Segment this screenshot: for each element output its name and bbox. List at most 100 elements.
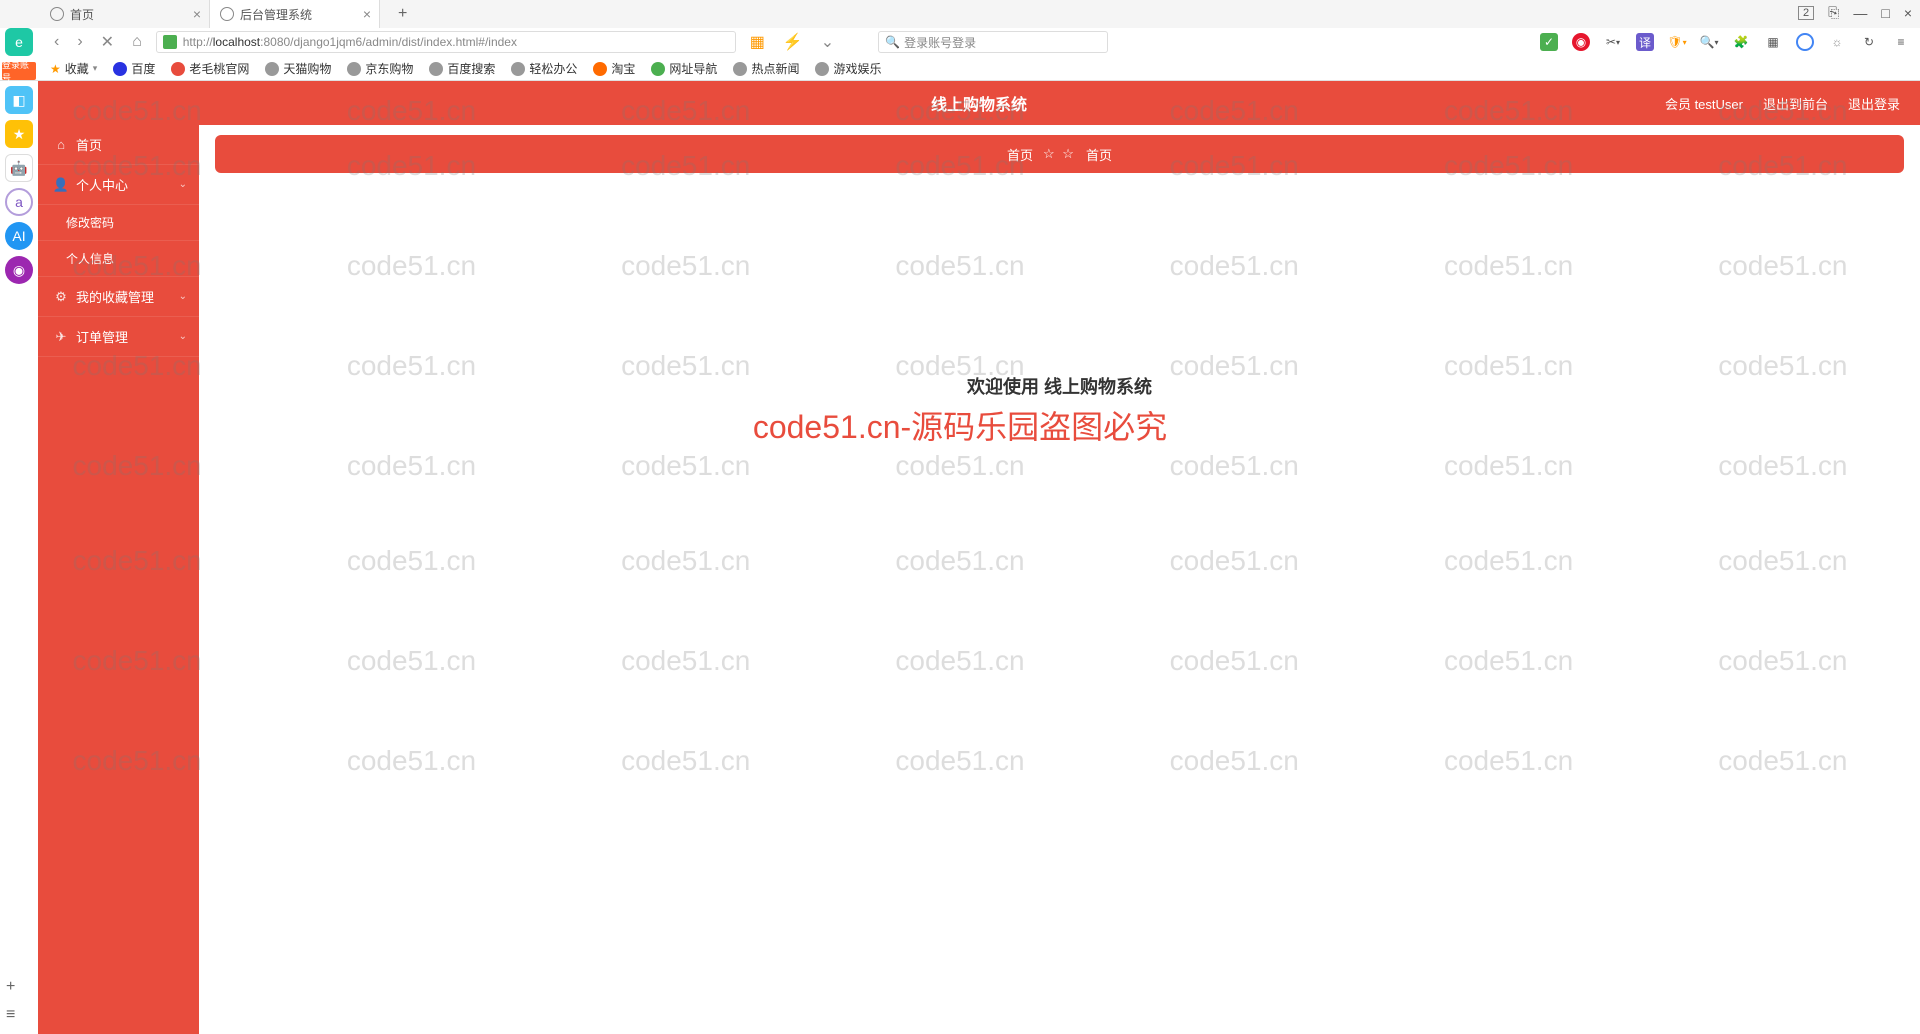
chrome-icon[interactable] <box>1796 33 1814 51</box>
globe-icon <box>429 62 443 76</box>
send-icon: ✈ <box>54 330 68 344</box>
browser-left-bottom: + ≡ <box>6 978 15 1024</box>
shield-icon <box>163 35 177 49</box>
tab-title: 后台管理系统 <box>240 6 312 23</box>
sidebar-item-favorites[interactable]: ⚙ 我的收藏管理 ⌄ <box>38 277 199 317</box>
theme-icon[interactable]: ☼ <box>1828 33 1846 51</box>
tab-count-badge[interactable]: 2 <box>1798 6 1814 20</box>
back-button[interactable]: ‹ <box>50 33 63 51</box>
bookmark-hotnews[interactable]: 热点新闻 <box>733 60 799 77</box>
forward-button[interactable]: › <box>73 33 86 51</box>
sidebar: ⌂ 首页 👤 个人中心 ⌄ 修改密码 个人信息 ⚙ 我的收藏管理 ⌄ ✈ 订单管… <box>38 125 199 1034</box>
zoom-icon[interactable]: 🔍▾ <box>1700 33 1718 51</box>
breadcrumb-left[interactable]: 首页 <box>1007 145 1033 164</box>
browser-tab-1[interactable]: 首页 × <box>40 0 210 28</box>
app-title: 线上购物系统 <box>931 91 1027 115</box>
bookmark-wangzhi[interactable]: 网址导航 <box>651 60 717 77</box>
apps-grid-icon[interactable]: ▦ <box>1764 33 1782 51</box>
app-root: 线上购物系统 会员 testUser 退出到前台 退出登录 ⌂ 首页 👤 个人中… <box>38 81 1920 1034</box>
pin-icon[interactable]: ⎘ <box>1828 4 1839 21</box>
user-label[interactable]: 会员 testUser <box>1665 94 1743 113</box>
exit-to-front-button[interactable]: 退出到前台 <box>1763 94 1828 113</box>
new-tab-button[interactable]: + <box>390 5 415 23</box>
tab-bar: 首页 × 后台管理系统 × + 2 ⎘ — □ × <box>0 0 1920 28</box>
globe-icon <box>50 7 64 21</box>
bookmark-qingsong[interactable]: 轻松办公 <box>511 60 577 77</box>
star-icon: ★ <box>50 62 61 76</box>
header-right: 会员 testUser 退出到前台 退出登录 <box>1665 94 1920 113</box>
gear-icon: ⚙ <box>54 290 68 304</box>
search-bar[interactable]: 🔍 登录账号登录 <box>878 31 1108 53</box>
sidebar-item-label: 首页 <box>76 135 102 154</box>
browser-tab-2[interactable]: 后台管理系统 × <box>210 0 380 28</box>
bookmark-youxi[interactable]: 游戏娱乐 <box>815 60 881 77</box>
weibo-icon[interactable]: ◉ <box>1572 33 1590 51</box>
security-icon[interactable]: 🛡▾ <box>1668 33 1686 51</box>
bookmark-taobao[interactable]: 淘宝 <box>593 60 635 77</box>
toolbar-icons: ✓ ◉ ✂▾ 译 🛡▾ 🔍▾ 🧩 ▦ ☼ ↻ ≡ <box>1540 33 1910 51</box>
sidebar-item-label: 订单管理 <box>76 327 128 346</box>
globe-icon <box>265 62 279 76</box>
browser-chrome: 首页 × 后台管理系统 × + 2 ⎘ — □ × ‹ › ✕ ⌂ http:/… <box>0 0 1920 81</box>
translate-icon[interactable]: 译 <box>1636 33 1654 51</box>
flash-icon[interactable]: ⚡ <box>779 32 807 52</box>
app-icon-1[interactable]: ◧ <box>5 86 33 114</box>
extension-icon[interactable]: 🧩 <box>1732 33 1750 51</box>
list-icon[interactable]: ≡ <box>6 1006 15 1024</box>
purple-app-icon[interactable]: ◉ <box>5 256 33 284</box>
breadcrumb-right[interactable]: 首页 <box>1086 145 1112 164</box>
sidebar-item-home[interactable]: ⌂ 首页 <box>38 125 199 165</box>
bookmark-laomaotao[interactable]: 老毛桃官网 <box>171 60 249 77</box>
sidebar-item-label: 个人信息 <box>66 250 114 267</box>
window-controls: 2 ⎘ — □ × <box>1798 4 1912 21</box>
address-bar[interactable]: http://localhost:8080/django1jqm6/admin/… <box>156 31 736 53</box>
ai-blue-icon[interactable]: AI <box>5 222 33 250</box>
sidebar-item-change-pwd[interactable]: 修改密码 <box>38 205 199 241</box>
ext-360-icon[interactable]: ✓ <box>1540 33 1558 51</box>
logout-button[interactable]: 退出登录 <box>1848 94 1900 113</box>
favorites-icon[interactable]: ★ <box>5 120 33 148</box>
breadcrumb-stars: ☆ ☆ <box>1043 146 1076 162</box>
content-area: 首页 ☆ ☆ 首页 欢迎使用 线上购物系统 <box>199 125 1920 1034</box>
sidebar-item-label: 我的收藏管理 <box>76 287 154 306</box>
bookmark-tmall[interactable]: 天猫购物 <box>265 60 331 77</box>
home-icon: ⌂ <box>54 138 68 152</box>
bookmark-jd[interactable]: 京东购物 <box>347 60 413 77</box>
close-icon[interactable]: × <box>363 6 371 22</box>
minimize-button[interactable]: — <box>1853 5 1867 21</box>
sidebar-item-personal[interactable]: 👤 个人中心 ⌄ <box>38 165 199 205</box>
taobao-icon <box>593 62 607 76</box>
bookmark-baidu[interactable]: 百度 <box>113 60 155 77</box>
bookmark-baidusearch[interactable]: 百度搜索 <box>429 60 495 77</box>
close-icon[interactable]: × <box>193 6 201 22</box>
sidebar-item-personal-info[interactable]: 个人信息 <box>38 241 199 277</box>
breadcrumb-bar: 首页 ☆ ☆ 首页 <box>215 135 1904 173</box>
ai-icon[interactable]: a <box>5 188 33 216</box>
dropdown-icon[interactable]: ⌄ <box>817 32 838 52</box>
maximize-button[interactable]: □ <box>1881 5 1889 21</box>
app-body: ⌂ 首页 👤 个人中心 ⌄ 修改密码 个人信息 ⚙ 我的收藏管理 ⌄ ✈ 订单管… <box>38 125 1920 1034</box>
globe-icon <box>733 62 747 76</box>
sidebar-item-orders[interactable]: ✈ 订单管理 ⌄ <box>38 317 199 357</box>
chevron-down-icon: ⌄ <box>179 291 187 302</box>
bookmark-fav[interactable]: ★收藏 ▾ <box>50 60 97 77</box>
search-placeholder: 登录账号登录 <box>904 34 976 51</box>
chevron-down-icon: ⌄ <box>179 331 187 342</box>
home-button[interactable]: ⌂ <box>128 33 146 51</box>
refresh-icon[interactable]: ↻ <box>1860 33 1878 51</box>
browser-logo-icon[interactable]: e <box>5 28 33 56</box>
close-window-button[interactable]: × <box>1904 5 1912 21</box>
chevron-down-icon: ⌄ <box>179 179 187 190</box>
add-icon[interactable]: + <box>6 978 15 996</box>
lmt-icon <box>171 62 185 76</box>
browser-left-strip: e 登录账号 ◧ ★ 🤖 a AI ◉ <box>0 0 38 284</box>
url-text: http://localhost:8080/django1jqm6/admin/… <box>183 35 517 49</box>
bot-icon[interactable]: 🤖 <box>5 154 33 182</box>
nav-bar: ‹ › ✕ ⌂ http://localhost:8080/django1jqm… <box>40 28 1920 56</box>
menu-icon[interactable]: ≡ <box>1892 33 1910 51</box>
stop-button[interactable]: ✕ <box>97 32 118 52</box>
app-header: 线上购物系统 会员 testUser 退出到前台 退出登录 <box>38 81 1920 125</box>
screenshot-icon[interactable]: ✂▾ <box>1604 33 1622 51</box>
login-account-badge[interactable]: 登录账号 <box>2 62 36 80</box>
qr-icon[interactable]: ▦ <box>746 32 769 52</box>
